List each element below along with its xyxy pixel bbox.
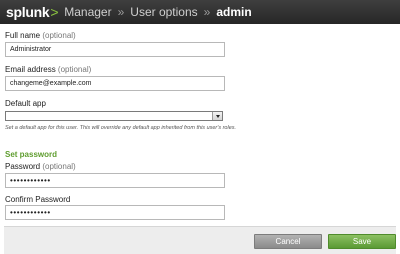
email-label: Email address (optional): [5, 65, 92, 74]
form-footer: Cancel Save: [4, 226, 396, 254]
save-button[interactable]: Save: [328, 234, 396, 249]
default-app-help-text: Set a default app for this user. This wi…: [5, 125, 237, 131]
splunk-logo[interactable]: splunk>: [6, 4, 59, 20]
breadcrumb-separator: »: [117, 5, 125, 19]
password-label: Password (optional): [5, 162, 76, 171]
default-app-select[interactable]: [5, 111, 223, 121]
breadcrumb-separator: »: [203, 5, 211, 19]
page-title: admin: [216, 5, 252, 19]
header-bar: splunk> Manager » User options » admin: [0, 0, 400, 24]
email-field[interactable]: changeme@example.com: [5, 76, 225, 91]
breadcrumb-manager[interactable]: Manager: [64, 5, 111, 19]
breadcrumb-user-options[interactable]: User options: [130, 5, 197, 19]
set-password-heading: Set password: [5, 150, 58, 159]
confirm-password-field[interactable]: ••••••••••••: [5, 205, 225, 220]
chevron-down-icon[interactable]: [212, 112, 222, 120]
confirm-password-label: Confirm Password: [5, 195, 71, 204]
default-app-label: Default app: [5, 99, 46, 108]
full-name-label: Full name (optional): [5, 31, 76, 40]
cancel-button[interactable]: Cancel: [254, 234, 322, 249]
full-name-field[interactable]: Administrator: [5, 42, 225, 57]
password-field[interactable]: ••••••••••••: [5, 173, 225, 188]
